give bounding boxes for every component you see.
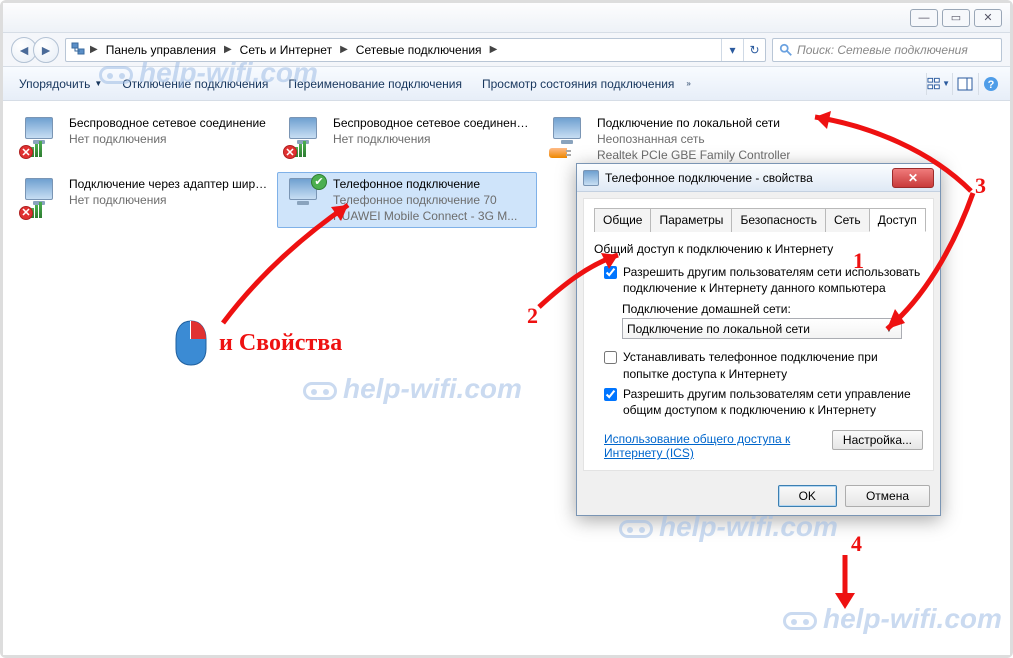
connection-icon — [547, 115, 589, 159]
annotation-arrow-to-dialup — [213, 193, 373, 333]
nav-forward-button[interactable]: ► — [33, 37, 59, 63]
cancel-button[interactable]: Отмена — [845, 485, 930, 507]
annotation-arrow-3b — [873, 189, 983, 339]
settings-button[interactable]: Настройка... — [832, 430, 923, 450]
tab-general[interactable]: Общие — [594, 208, 651, 232]
network-icon — [70, 42, 86, 58]
minimize-button[interactable]: — — [910, 9, 938, 27]
connection-title: Беспроводное сетевое соединение 3 — [333, 115, 533, 131]
tab-params[interactable]: Параметры — [650, 208, 732, 232]
chk-allow-control[interactable] — [604, 388, 617, 401]
chevron-right-icon[interactable]: ▶ — [88, 44, 100, 55]
connection-title: Подключение по локальной сети — [597, 115, 790, 131]
dialog-title: Телефонное подключение - свойства — [605, 171, 813, 185]
preview-pane-button[interactable] — [952, 73, 976, 95]
home-network-combo[interactable]: Подключение по локальной сети ▼ — [622, 318, 902, 339]
ics-help-link[interactable]: Использование общего доступа к Интернету… — [604, 432, 804, 460]
chevron-right-icon[interactable]: ▶ — [488, 44, 500, 55]
connection-title: Подключение через адаптер широкополосной… — [69, 176, 269, 192]
search-input[interactable]: Поиск: Сетевые подключения — [772, 38, 1002, 62]
annotation-arrow-2 — [533, 245, 628, 315]
watermark: help-wifi.com — [99, 57, 318, 89]
search-icon — [779, 43, 793, 57]
chevron-right-icon[interactable]: ▶ — [338, 44, 350, 55]
maximize-button[interactable]: ▭ — [942, 9, 970, 27]
connection-item-wireless-3[interactable]: ✕ Беспроводное сетевое соединение 3Нет п… — [277, 111, 537, 168]
connection-status-button[interactable]: Просмотр состояния подключения» — [474, 73, 699, 95]
connection-detail: Realtek PCIe GBE Family Controller — [597, 147, 790, 163]
search-placeholder: Поиск: Сетевые подключения — [797, 43, 968, 57]
chk-dial-on-demand-label: Устанавливать телефонное подключение при… — [623, 349, 923, 381]
crumb-network[interactable]: Сеть и Интернет — [236, 41, 336, 59]
connection-sub: Неопознанная сеть — [597, 131, 790, 147]
svg-text:?: ? — [987, 79, 994, 91]
connection-sub: Нет подключения — [333, 131, 533, 147]
connection-icon: ✕ — [283, 115, 325, 159]
connection-icon: ✕ — [19, 115, 61, 159]
view-options-button[interactable]: ▼ — [926, 73, 950, 95]
breadcrumb-dropdown[interactable]: ▾ — [721, 39, 743, 61]
refresh-button[interactable]: ↻ — [743, 39, 765, 61]
crumb-control-panel[interactable]: Панель управления — [102, 41, 220, 59]
connection-item-wireless-1[interactable]: ✕ Беспроводное сетевое соединениеНет под… — [13, 111, 273, 168]
connection-icon: ✕ — [19, 176, 61, 220]
annotation-mouse-label: и Свойства — [219, 330, 342, 357]
watermark: help-wifi.com — [303, 373, 522, 405]
dialog-icon — [583, 170, 599, 186]
watermark: help-wifi.com — [783, 603, 1002, 635]
ok-button[interactable]: OK — [778, 485, 837, 507]
combo-value: Подключение по локальной сети — [627, 322, 810, 336]
mouse-icon — [173, 319, 209, 367]
chevron-right-icon[interactable]: ▶ — [222, 44, 234, 55]
chk-dial-on-demand[interactable] — [604, 351, 617, 364]
watermark: help-wifi.com — [619, 511, 838, 543]
connection-sub: Нет подключения — [69, 131, 266, 147]
organize-menu[interactable]: Упорядочить▼ — [11, 73, 110, 95]
connection-title: Беспроводное сетевое соединение — [69, 115, 266, 131]
crumb-connections[interactable]: Сетевые подключения — [352, 41, 486, 59]
help-button[interactable]: ? — [978, 73, 1002, 95]
titlebar: — ▭ ✕ — [3, 3, 1010, 33]
connection-item-lan[interactable]: Подключение по локальной сетиНеопознанна… — [541, 111, 801, 168]
chk-allow-control-label: Разрешить другим пользователям сети упра… — [623, 386, 923, 418]
close-button[interactable]: ✕ — [974, 9, 1002, 27]
connection-title: Телефонное подключение — [333, 176, 517, 192]
